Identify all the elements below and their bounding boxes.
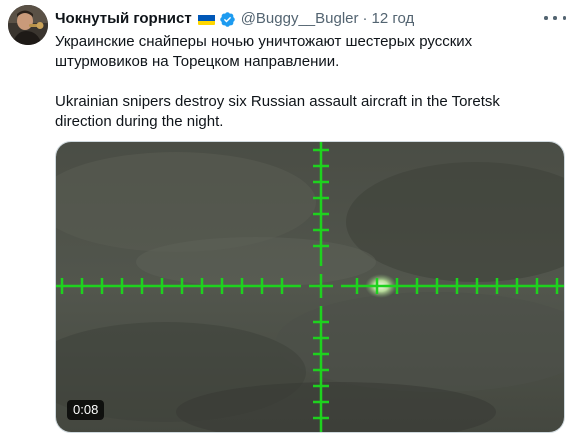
video-player[interactable]: 0:08 <box>55 141 565 433</box>
more-icon[interactable] <box>544 9 566 27</box>
post-time[interactable]: 12 год <box>372 9 415 29</box>
tweet-text-ru: Украинские снайперы ночью уничтожают шес… <box>55 33 473 70</box>
verified-badge-icon <box>219 11 236 28</box>
separator-dot: · <box>362 10 368 27</box>
ukraine-flag-icon <box>197 13 215 25</box>
avatar[interactable] <box>8 5 48 45</box>
author-handle[interactable]: @Buggy__Bugler <box>241 9 359 29</box>
tweet-header: Чокнутый горнист @Buggy__Bugler · 12 год <box>55 9 414 29</box>
video-frame <box>56 142 564 432</box>
avatar-image <box>8 5 48 45</box>
tweet-text-en: Ukrainian snipers destroy six Russian as… <box>55 93 500 130</box>
display-name[interactable]: Чокнутый горнист <box>55 9 192 29</box>
tweet-card[interactable]: Чокнутый горнист @Buggy__Bugler · 12 год… <box>0 0 578 438</box>
tweet-text: Украинские снайперы ночью уничтожают шес… <box>55 32 560 132</box>
video-duration-badge: 0:08 <box>67 400 105 420</box>
